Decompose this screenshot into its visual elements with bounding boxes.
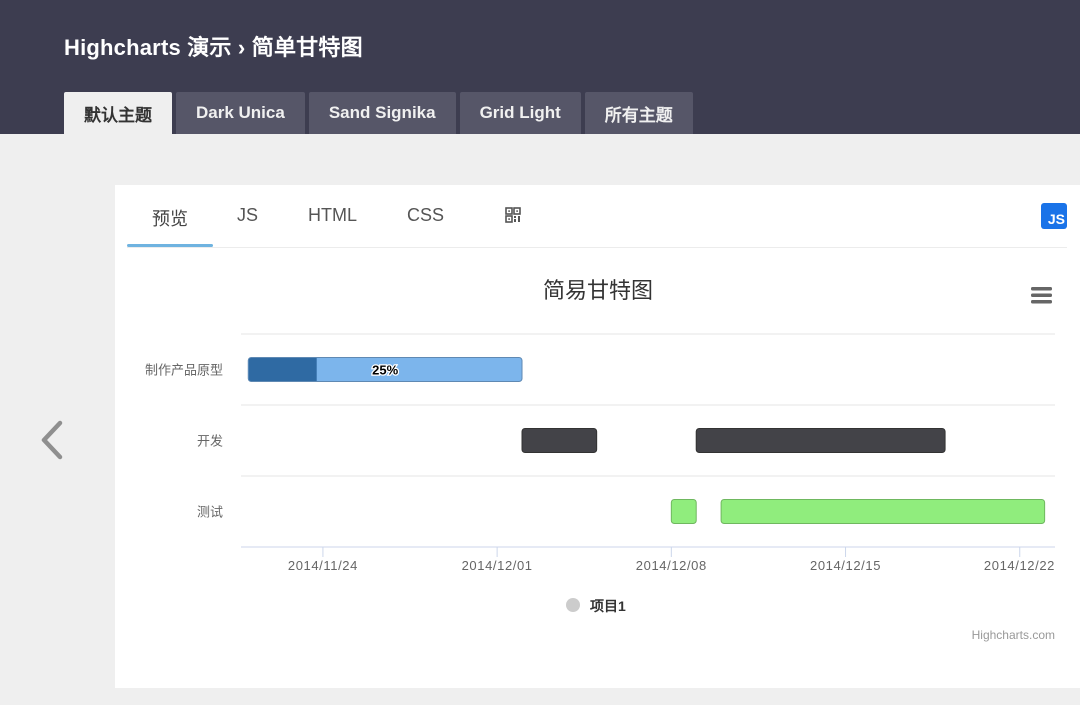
credits-link[interactable]: Highcharts.com bbox=[972, 628, 1055, 642]
x-tick-label: 2014/11/24 bbox=[288, 558, 358, 573]
x-tick-label: 2014/12/22 bbox=[984, 558, 1055, 573]
gantt-bar[interactable]: 25% bbox=[247, 357, 523, 382]
gantt-bar-rect bbox=[720, 499, 1046, 524]
gantt-bar[interactable] bbox=[670, 499, 697, 524]
progress-label: 25% bbox=[372, 363, 398, 378]
category-label: 制作产品原型 bbox=[145, 363, 223, 378]
gantt-bar-rect bbox=[521, 428, 598, 453]
gantt-bar[interactable] bbox=[521, 428, 598, 453]
gantt-bar-rect bbox=[695, 428, 946, 453]
progress-fill bbox=[248, 358, 317, 381]
gantt-chart: 简易甘特图 制作产品原型开发测试 25% 2014/11/24 2014/12/0… bbox=[145, 278, 1055, 642]
x-tick-label: 2014/12/08 bbox=[636, 558, 707, 573]
x-tick-label: 2014/12/01 bbox=[462, 558, 533, 573]
hamburger-menu-icon[interactable] bbox=[1031, 287, 1052, 304]
x-tick-label: 2014/12/15 bbox=[810, 558, 881, 573]
chart-title: 简易甘特图 bbox=[543, 278, 653, 303]
category-label: 测试 bbox=[197, 505, 223, 520]
category-label: 开发 bbox=[197, 434, 223, 449]
gantt-bar[interactable] bbox=[695, 428, 946, 453]
legend-item[interactable]: 项目1 bbox=[590, 598, 626, 614]
gantt-bar[interactable] bbox=[720, 499, 1046, 524]
gantt-bar-rect bbox=[670, 499, 697, 524]
legend: 项目1 bbox=[566, 598, 626, 614]
legend-marker bbox=[566, 598, 580, 612]
